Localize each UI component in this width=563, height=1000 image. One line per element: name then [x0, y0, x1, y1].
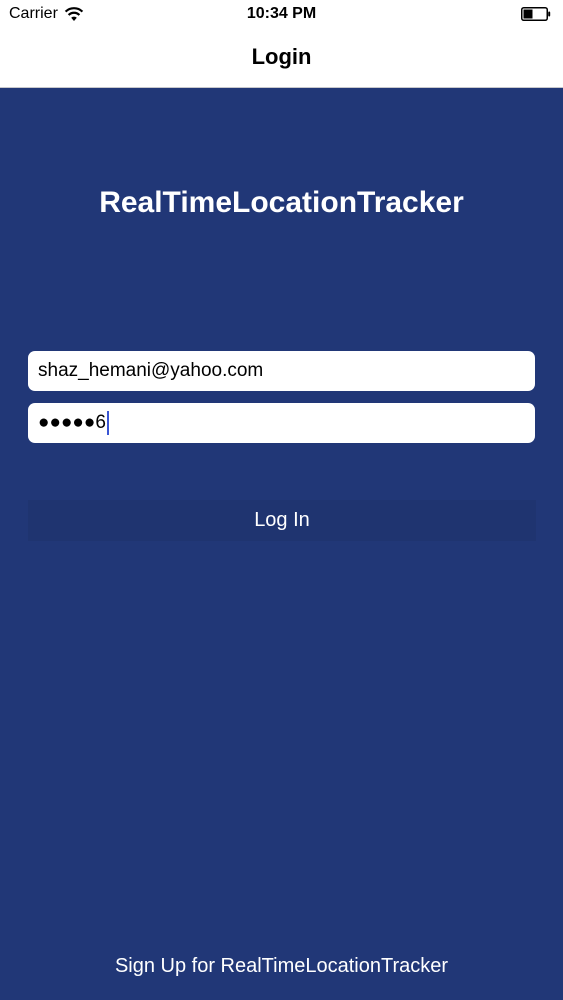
password-field[interactable]: ●●●●● 6 [28, 403, 535, 443]
navigation-bar: Login [0, 30, 563, 88]
status-time: 10:34 PM [246, 5, 317, 22]
login-button[interactable]: Log In [28, 500, 536, 541]
status-bar: Carrier 10:34 PM [0, 0, 563, 30]
email-value: shaz_hemani@yahoo.com [38, 360, 264, 381]
signup-link[interactable]: Sign Up for RealTimeLocationTracker [0, 955, 563, 978]
text-caret [106, 411, 109, 435]
nav-title: Login [251, 44, 312, 69]
app-title: RealTimeLocationTracker [99, 186, 464, 219]
battery-icon [521, 7, 551, 21]
email-field[interactable]: shaz_hemani@yahoo.com [28, 351, 535, 391]
login-button-label: Log In [254, 509, 310, 531]
password-dots: ●●●●● [38, 412, 96, 433]
password-last-char: 6 [95, 412, 106, 433]
